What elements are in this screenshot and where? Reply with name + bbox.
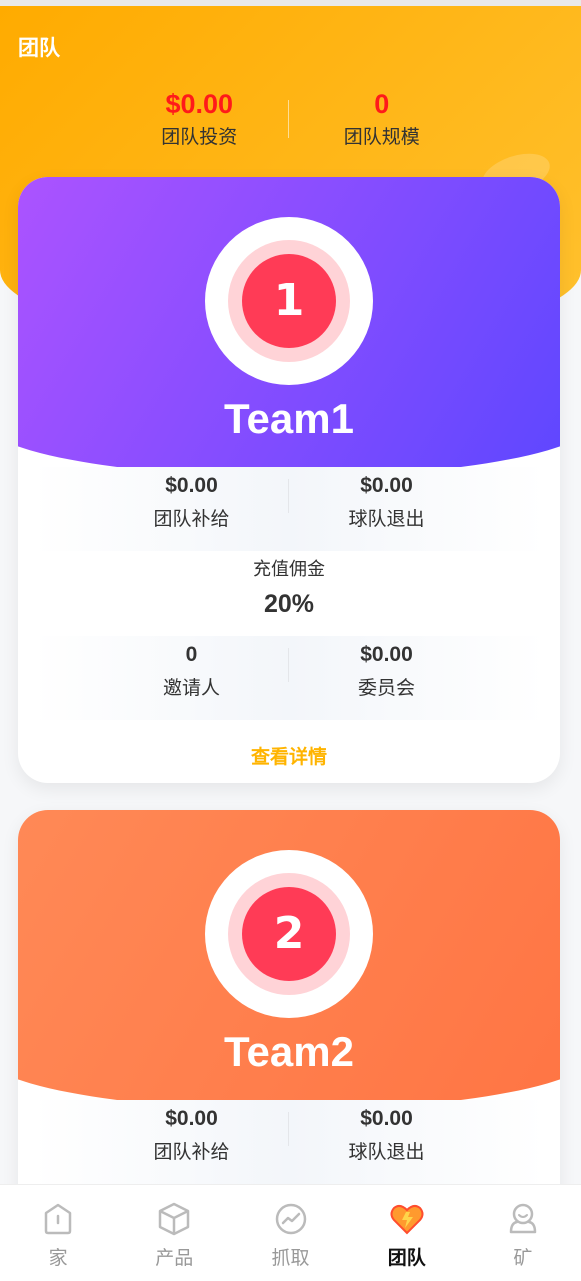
home-icon (44, 1203, 72, 1235)
stat-value: $0.00 (165, 89, 234, 119)
team-stats: $0.00 团队投资 0 团队规模 (108, 88, 473, 158)
team-card-row-1: $0.00 团队补给 $0.00 球队退出 (33, 467, 545, 551)
card-header: 2 Team2 (18, 810, 560, 1110)
team-name: Team2 (224, 1028, 354, 1075)
inviter-value: 0 (185, 643, 198, 666)
view-details-link[interactable]: 查看详情 (18, 742, 560, 769)
team-supply-label: 团队补给 (153, 1141, 230, 1163)
team-card-row-2: 0 邀请人 $0.00 委员会 (33, 636, 545, 720)
tab-home[interactable]: 家 (0, 1185, 116, 1281)
committee-value: $0.00 (360, 643, 413, 666)
box-icon (159, 1202, 190, 1236)
tab-label: 产品 (155, 1247, 194, 1269)
team-badge: 2 (205, 850, 373, 1018)
stat-label: 团队投资 (161, 126, 238, 148)
divider (288, 1112, 289, 1146)
team-supply-label: 团队补给 (153, 508, 230, 530)
team-card-2: 2 Team2 $0.00 团队补给 $0.00 球队退出 (18, 810, 560, 1230)
team-card-row-1: $0.00 团队补给 $0.00 球队退出 (33, 1100, 545, 1184)
tab-label: 矿 (513, 1247, 533, 1269)
inviter-label: 邀请人 (162, 677, 220, 699)
divider (288, 100, 289, 138)
committee-label: 委员会 (357, 677, 415, 699)
tab-label: 团队 (387, 1247, 426, 1269)
card-header: 1 Team1 (18, 177, 560, 477)
team-exit: $0.00 球队退出 (289, 1100, 484, 1184)
tab-mine[interactable]: 矿 (465, 1185, 581, 1281)
team-name: Team1 (224, 395, 354, 442)
tab-team[interactable]: 团队 (349, 1185, 465, 1281)
team-supply: $0.00 团队补给 (94, 1100, 289, 1184)
trend-icon (275, 1203, 306, 1235)
team-supply: $0.00 团队补给 (94, 467, 289, 551)
committee: $0.00 委员会 (289, 636, 484, 720)
stat-value: 0 (374, 89, 390, 119)
divider (288, 479, 289, 513)
team-supply-value: $0.00 (165, 474, 218, 497)
heart-icon (390, 1204, 424, 1235)
bottom-tab-bar: 家 产品 抓取 团队 矿 (0, 1184, 581, 1281)
team-exit-value: $0.00 (360, 474, 413, 497)
team-exit: $0.00 球队退出 (289, 467, 484, 551)
team-badge: 1 (205, 217, 373, 385)
stat-team-size: 0 团队规模 (291, 88, 474, 158)
commission-label: 充值佣金 (253, 559, 325, 580)
team-exit-value: $0.00 (360, 1107, 413, 1130)
team-exit-label: 球队退出 (348, 1141, 425, 1163)
stat-team-investment: $0.00 团队投资 (108, 88, 291, 158)
team-exit-label: 球队退出 (348, 508, 425, 530)
stat-label: 团队规模 (343, 126, 420, 148)
tab-label: 抓取 (271, 1247, 310, 1269)
tab-products[interactable]: 产品 (116, 1185, 232, 1281)
page-title: 团队 (18, 36, 60, 60)
tab-label: 家 (48, 1247, 68, 1269)
team-badge-number: 2 (242, 887, 336, 981)
team-card-1: 1 Team1 $0.00 团队补给 $0.00 球队退出 充值佣金 20% 0… (18, 177, 560, 783)
tab-grab[interactable]: 抓取 (232, 1185, 348, 1281)
user-icon (509, 1203, 537, 1234)
divider (288, 648, 289, 682)
team-supply-value: $0.00 (165, 1107, 218, 1130)
inviter: 0 邀请人 (94, 636, 289, 720)
team-badge-number: 1 (242, 254, 336, 348)
commission-value: 20% (263, 590, 315, 618)
